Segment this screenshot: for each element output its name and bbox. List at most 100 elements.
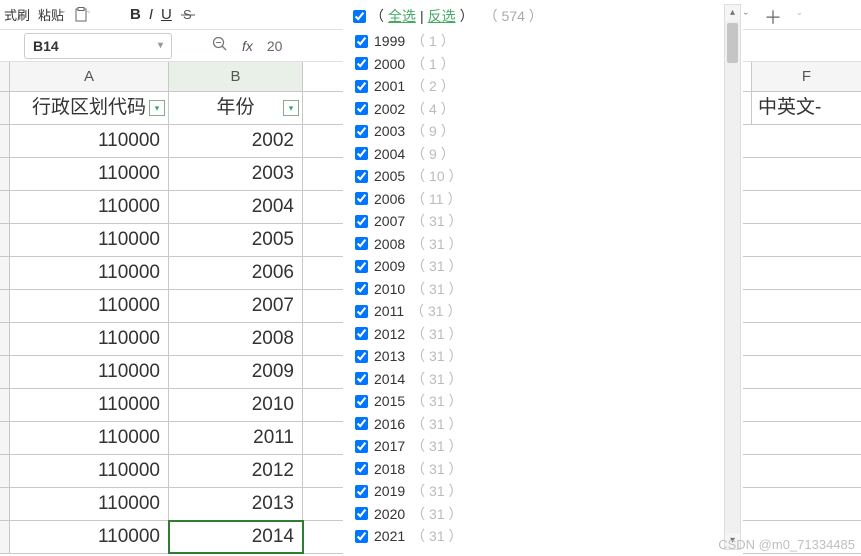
- cell[interactable]: 2011: [169, 422, 303, 454]
- cell[interactable]: 2005: [169, 224, 303, 256]
- filter-item[interactable]: 2014（ 31 ）: [353, 368, 733, 391]
- cell[interactable]: 110000: [10, 125, 169, 157]
- filter-checkbox[interactable]: [355, 440, 368, 453]
- filter-checkbox[interactable]: [355, 485, 368, 498]
- filter-checkbox[interactable]: [355, 462, 368, 475]
- select-all-link[interactable]: 全选: [388, 6, 416, 26]
- row-header[interactable]: [0, 158, 10, 190]
- cell[interactable]: 110000: [10, 521, 169, 553]
- clipboard-icon[interactable]: ˇ: [73, 7, 90, 23]
- filter-item[interactable]: 2018（ 31 ）: [353, 458, 733, 481]
- row-header[interactable]: [0, 92, 10, 124]
- filter-item[interactable]: 2008（ 31 ）: [353, 233, 733, 256]
- filter-item[interactable]: 2020（ 31 ）: [353, 503, 733, 526]
- filter-item[interactable]: 2021（ 31 ）: [353, 525, 733, 548]
- strikethrough-button[interactable]: S: [180, 7, 196, 23]
- select-all-checkbox[interactable]: [353, 10, 366, 23]
- cell[interactable]: 2007: [169, 290, 303, 322]
- filter-checkbox[interactable]: [355, 35, 368, 48]
- cell[interactable]: 2008: [169, 323, 303, 355]
- paste-button[interactable]: 粘贴 ˇ: [38, 5, 65, 24]
- filter-item[interactable]: 2015（ 31 ）: [353, 390, 733, 413]
- cell[interactable]: 2012: [169, 455, 303, 487]
- scrollbar-thumb[interactable]: [727, 23, 738, 63]
- filter-item[interactable]: 2004（ 9 ）: [353, 143, 733, 166]
- formula-input[interactable]: 20: [267, 38, 283, 54]
- cell[interactable]: 110000: [10, 455, 169, 487]
- filter-item[interactable]: 1999（ 1 ）: [353, 30, 733, 53]
- cell[interactable]: 2010: [169, 389, 303, 421]
- filter-item[interactable]: 2003（ 9 ）: [353, 120, 733, 143]
- cell[interactable]: 2009: [169, 356, 303, 388]
- bold-button[interactable]: B: [130, 6, 141, 23]
- cell[interactable]: 110000: [10, 191, 169, 223]
- filter-item[interactable]: 2009（ 31 ）: [353, 255, 733, 278]
- filter-item[interactable]: 2001（ 2 ）: [353, 75, 733, 98]
- filter-item[interactable]: 2000（ 1 ）: [353, 53, 733, 76]
- row-header[interactable]: [0, 125, 10, 157]
- cell[interactable]: 2013: [169, 488, 303, 520]
- fx-label[interactable]: fx: [242, 38, 253, 54]
- zoom-icon[interactable]: [212, 36, 228, 55]
- cell[interactable]: 110000: [10, 290, 169, 322]
- filter-checkbox[interactable]: [355, 102, 368, 115]
- row-header[interactable]: [0, 422, 10, 454]
- row-header[interactable]: [0, 224, 10, 256]
- filter-checkbox[interactable]: [355, 80, 368, 93]
- filter-item[interactable]: 2005（ 10 ）: [353, 165, 733, 188]
- filter-checkbox[interactable]: [355, 125, 368, 138]
- cell[interactable]: 110000: [10, 323, 169, 355]
- cell[interactable]: 110000: [10, 389, 169, 421]
- filter-checkbox[interactable]: [355, 372, 368, 385]
- filter-checkbox[interactable]: [355, 305, 368, 318]
- column-header-b[interactable]: B: [169, 62, 303, 91]
- row-header[interactable]: [0, 488, 10, 520]
- select-all-corner[interactable]: [0, 62, 10, 91]
- filter-checkbox[interactable]: [355, 282, 368, 295]
- filter-checkbox[interactable]: [355, 237, 368, 250]
- scroll-up-arrow[interactable]: ▴: [725, 5, 740, 21]
- header-cell-a[interactable]: 行政区划代码 ▾: [10, 92, 169, 124]
- cell[interactable]: 2006: [169, 257, 303, 289]
- filter-item[interactable]: 2006（ 11 ）: [353, 188, 733, 211]
- filter-checkbox[interactable]: [355, 327, 368, 340]
- chevron-down-icon[interactable]: ▾: [158, 40, 163, 51]
- plus-button[interactable]: ＋: [764, 4, 782, 30]
- row-header[interactable]: [0, 257, 10, 289]
- filter-checkbox[interactable]: [355, 417, 368, 430]
- filter-checkbox[interactable]: [355, 170, 368, 183]
- filter-item[interactable]: 2002（ 4 ）: [353, 98, 733, 121]
- underline-button[interactable]: U: [161, 6, 172, 23]
- chevron-down-icon[interactable]: ˇ: [744, 10, 748, 25]
- filter-item[interactable]: 2019（ 31 ）: [353, 480, 733, 503]
- cell[interactable]: 110000: [10, 257, 169, 289]
- name-box[interactable]: B14 ▾: [24, 33, 172, 59]
- invert-selection-link[interactable]: 反选: [428, 6, 456, 26]
- filter-item[interactable]: 2016（ 31 ）: [353, 413, 733, 436]
- row-header[interactable]: [0, 455, 10, 487]
- filter-item[interactable]: 2010（ 31 ）: [353, 278, 733, 301]
- filter-item[interactable]: 2017（ 31 ）: [353, 435, 733, 458]
- filter-checkbox[interactable]: [355, 215, 368, 228]
- cell[interactable]: 110000: [10, 224, 169, 256]
- italic-button[interactable]: I: [149, 6, 153, 23]
- filter-item[interactable]: 2012（ 31 ）: [353, 323, 733, 346]
- header-cell-b[interactable]: 年份 ▾: [169, 92, 303, 124]
- cell[interactable]: 110000: [10, 488, 169, 520]
- row-header[interactable]: [0, 191, 10, 223]
- cell[interactable]: 110000: [10, 158, 169, 190]
- filter-item[interactable]: 2011（ 31 ）: [353, 300, 733, 323]
- filter-checkbox[interactable]: [355, 57, 368, 70]
- filter-checkbox[interactable]: [355, 530, 368, 543]
- filter-checkbox[interactable]: [355, 260, 368, 273]
- cell[interactable]: 110000: [10, 422, 169, 454]
- filter-checkbox[interactable]: [355, 507, 368, 520]
- filter-checkbox[interactable]: [355, 147, 368, 160]
- cell[interactable]: 2002: [169, 125, 303, 157]
- row-header[interactable]: [0, 389, 10, 421]
- cell[interactable]: 2014: [169, 521, 303, 553]
- column-header-a[interactable]: A: [10, 62, 169, 91]
- header-cell-f[interactable]: 中英文-: [751, 92, 861, 125]
- filter-button[interactable]: ▾: [149, 100, 165, 116]
- row-header[interactable]: [0, 521, 10, 553]
